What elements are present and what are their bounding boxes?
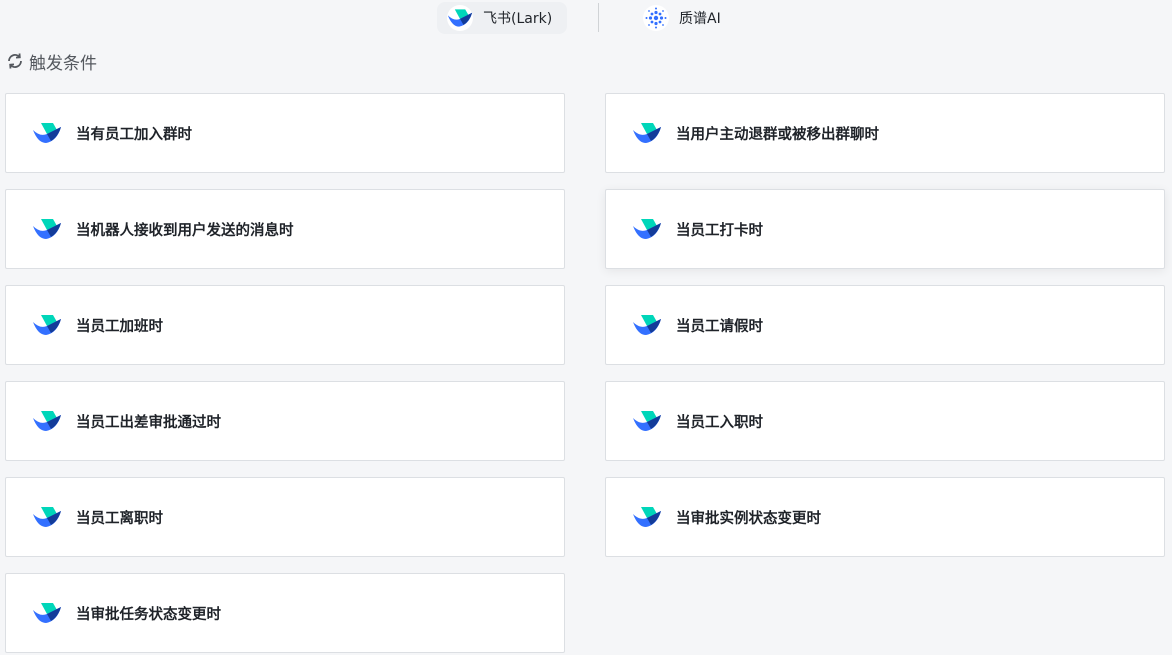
- section-title: 触发条件: [5, 49, 97, 74]
- lark-logo-icon: [33, 603, 61, 623]
- tab-label: 质谱AI: [679, 11, 721, 27]
- trigger-card[interactable]: 当员工入职时: [605, 381, 1165, 461]
- trigger-label: 当员工入职时: [676, 414, 763, 431]
- trigger-label: 当审批任务状态变更时: [76, 606, 221, 623]
- tab-feishu-lark[interactable]: 飞书(Lark): [437, 2, 567, 34]
- lark-logo-icon: [33, 123, 61, 143]
- lark-logo-icon: [33, 411, 61, 431]
- lark-logo-icon: [447, 5, 473, 31]
- refresh-icon: [8, 53, 22, 69]
- trigger-card[interactable]: 当员工打卡时: [605, 189, 1165, 269]
- integration-tab-bar: 飞书(Lark) 质谱AI: [0, 0, 1172, 36]
- trigger-label: 当员工离职时: [76, 510, 163, 527]
- trigger-label: 当员工加班时: [76, 318, 163, 335]
- tab-divider: [598, 3, 599, 32]
- trigger-card[interactable]: 当员工请假时: [605, 285, 1165, 365]
- trigger-card[interactable]: 当用户主动退群或被移出群聊时: [605, 93, 1165, 173]
- trigger-label: 当审批实例状态变更时: [676, 510, 821, 527]
- section-title-label: 触发条件: [29, 53, 97, 74]
- lark-logo-icon: [33, 315, 61, 335]
- trigger-card[interactable]: 当审批实例状态变更时: [605, 477, 1165, 557]
- trigger-label: 当机器人接收到用户发送的消息时: [76, 222, 294, 239]
- trigger-label: 当员工请假时: [676, 318, 763, 335]
- trigger-card[interactable]: 当员工离职时: [5, 477, 565, 557]
- trigger-card[interactable]: 当机器人接收到用户发送的消息时: [5, 189, 565, 269]
- lark-logo-icon: [33, 507, 61, 527]
- trigger-label: 当员工打卡时: [676, 222, 763, 239]
- trigger-card[interactable]: 当员工出差审批通过时: [5, 381, 565, 461]
- lark-logo-icon: [633, 315, 661, 335]
- trigger-label: 当员工出差审批通过时: [76, 414, 221, 431]
- lark-logo-icon: [633, 123, 661, 143]
- zhipu-ai-logo-icon: [643, 5, 669, 31]
- trigger-label: 当用户主动退群或被移出群聊时: [676, 126, 879, 143]
- lark-logo-icon: [633, 507, 661, 527]
- lark-logo-icon: [633, 219, 661, 239]
- tab-label: 飞书(Lark): [483, 11, 553, 27]
- trigger-label: 当有员工加入群时: [76, 126, 192, 143]
- trigger-card[interactable]: 当员工加班时: [5, 285, 565, 365]
- lark-logo-icon: [633, 411, 661, 431]
- lark-logo-icon: [33, 219, 61, 239]
- trigger-card[interactable]: 当审批任务状态变更时: [5, 573, 565, 653]
- tab-zhipu-ai[interactable]: 质谱AI: [641, 2, 721, 34]
- trigger-card[interactable]: 当有员工加入群时: [5, 93, 565, 173]
